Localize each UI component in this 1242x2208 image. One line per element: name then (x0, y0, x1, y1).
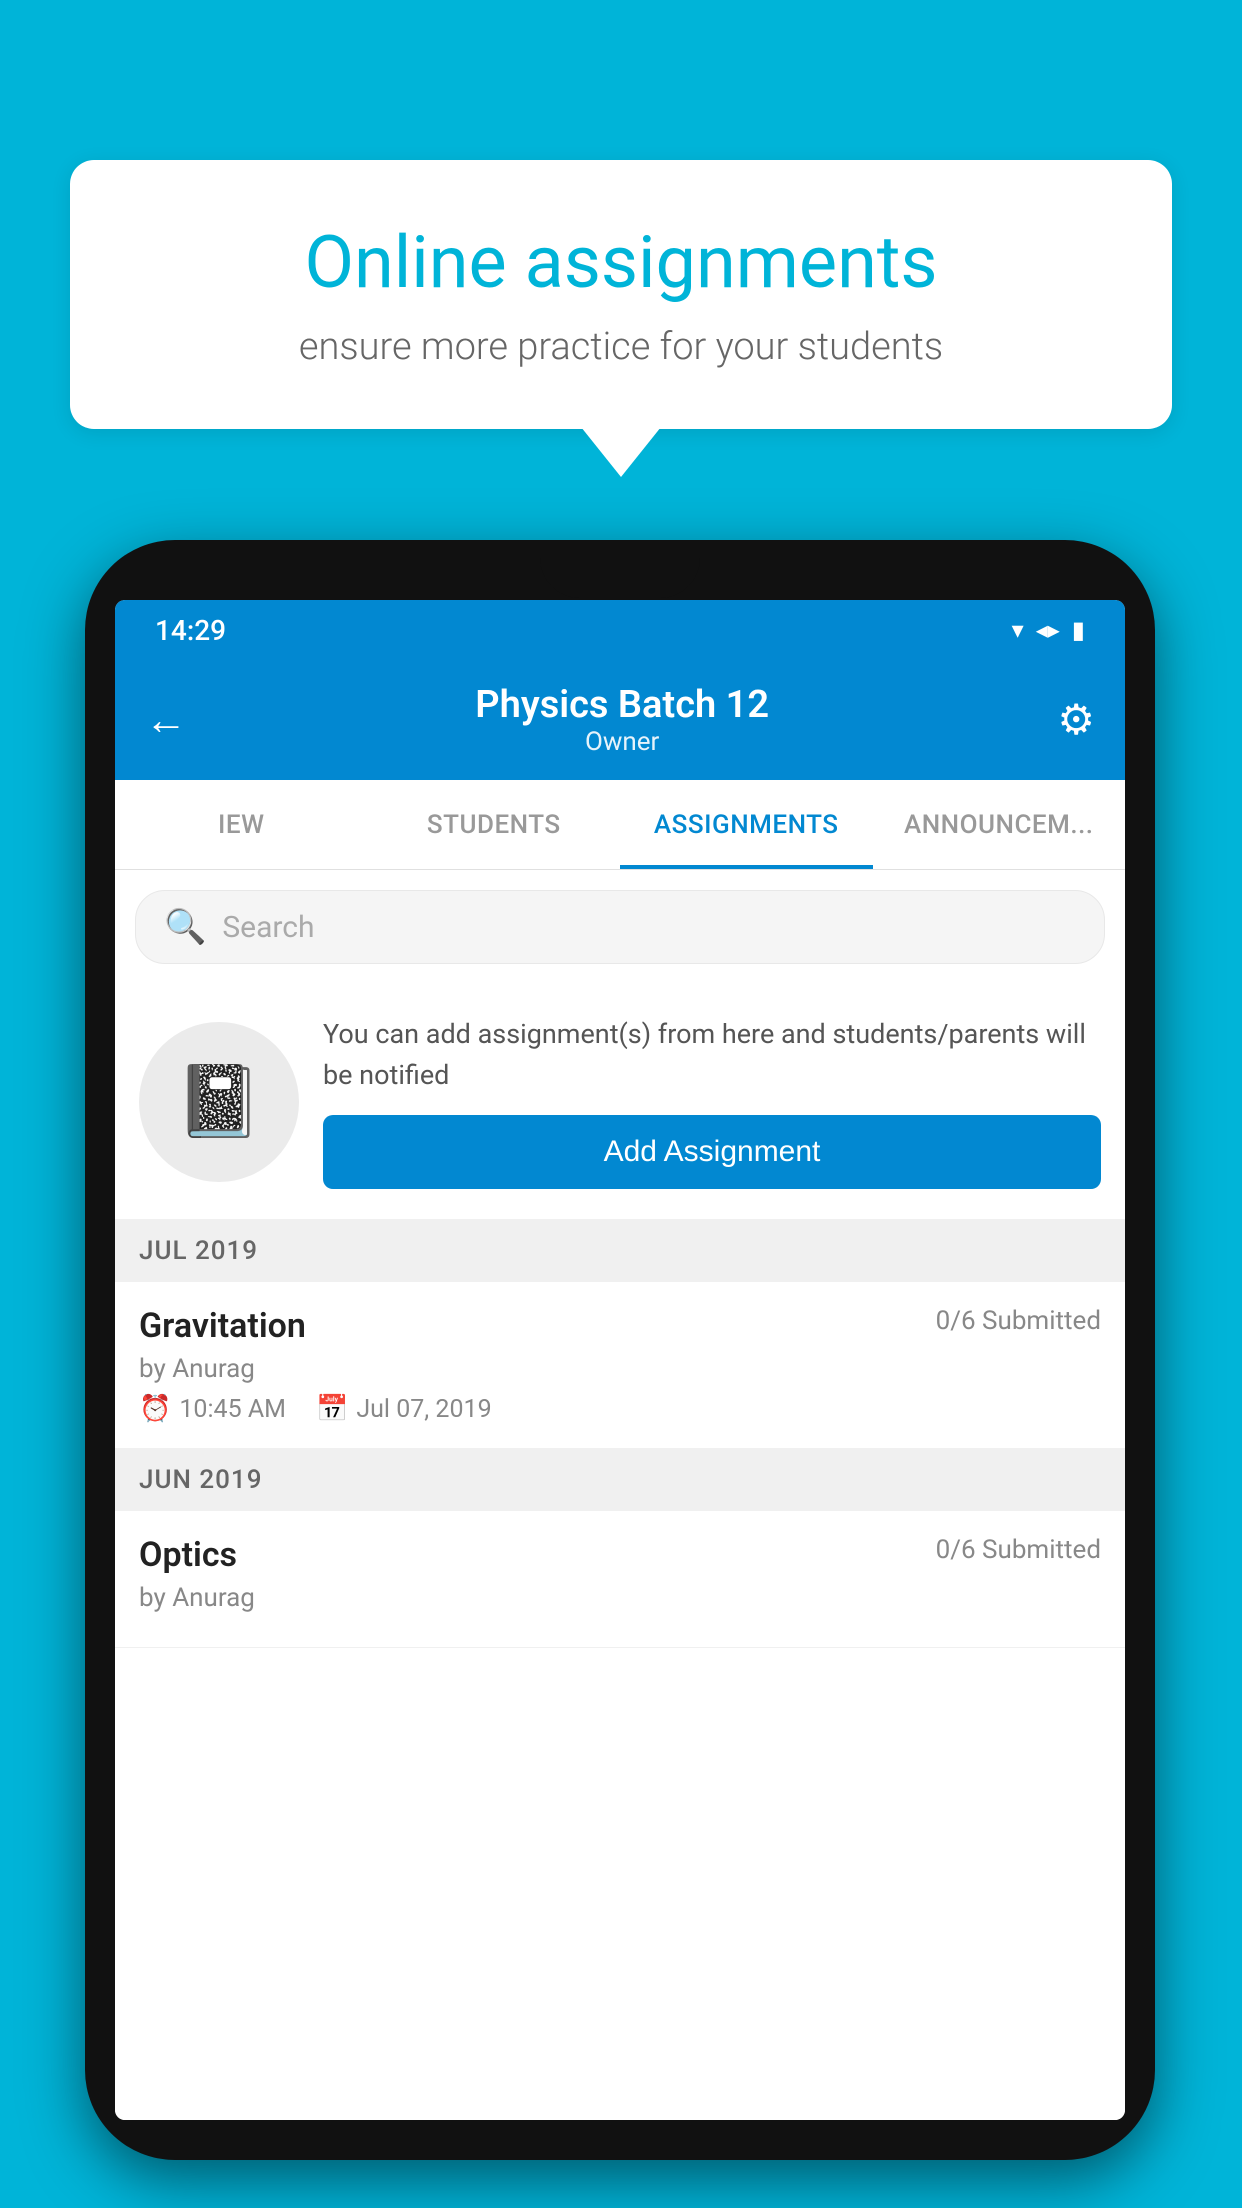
assignment-top-row: Gravitation 0/6 Submitted (139, 1306, 1101, 1346)
status-time: 14:29 (155, 614, 226, 647)
bubble-title: Online assignments (140, 220, 1102, 305)
battery-icon: ▮ (1072, 616, 1085, 644)
assignment-optics[interactable]: Optics 0/6 Submitted by Anurag (115, 1511, 1125, 1648)
calendar-icon: 📅 (316, 1394, 348, 1424)
add-assignment-button[interactable]: Add Assignment (323, 1115, 1101, 1189)
promo-text-block: You can add assignment(s) from here and … (323, 1014, 1101, 1189)
status-bar: 14:29 ▾ ◂▸ ▮ (115, 600, 1125, 660)
tab-students[interactable]: STUDENTS (368, 780, 621, 869)
assignment-name: Gravitation (139, 1306, 306, 1346)
search-placeholder: Search (222, 910, 314, 945)
tab-bar: IEW STUDENTS ASSIGNMENTS ANNOUNCEM... (115, 780, 1125, 870)
assignment-time-value: 10:45 AM (179, 1395, 286, 1424)
phone-frame: 14:29 ▾ ◂▸ ▮ ← Physics Batch 12 Owner ⚙ … (85, 540, 1155, 2160)
assignment-time: ⏰ 10:45 AM (139, 1394, 286, 1424)
header-subtitle: Owner (187, 727, 1057, 757)
speech-bubble: Online assignments ensure more practice … (70, 160, 1172, 429)
assignment-optics-submitted: 0/6 Submitted (936, 1535, 1101, 1565)
assignment-book-icon: 📓 (175, 1061, 262, 1143)
search-bar[interactable]: 🔍 Search (135, 890, 1105, 964)
speech-bubble-container: Online assignments ensure more practice … (70, 160, 1172, 429)
app-header: ← Physics Batch 12 Owner ⚙ (115, 660, 1125, 780)
assignment-optics-name: Optics (139, 1535, 237, 1575)
assignment-meta: ⏰ 10:45 AM 📅 Jul 07, 2019 (139, 1394, 1101, 1424)
search-icon: 🔍 (164, 907, 206, 947)
assignment-by: by Anurag (139, 1354, 1101, 1384)
tab-announcements[interactable]: ANNOUNCEM... (873, 780, 1126, 869)
assignment-submitted: 0/6 Submitted (936, 1306, 1101, 1336)
assignment-date-value: Jul 07, 2019 (356, 1395, 491, 1424)
signal-icon: ◂▸ (1036, 616, 1060, 644)
assignment-optics-top-row: Optics 0/6 Submitted (139, 1535, 1101, 1575)
back-button[interactable]: ← (145, 696, 187, 745)
wifi-icon: ▾ (1012, 616, 1024, 644)
bubble-subtitle: ensure more practice for your students (140, 325, 1102, 369)
phone-notch (540, 540, 700, 598)
settings-icon[interactable]: ⚙ (1057, 695, 1095, 745)
tab-assignments[interactable]: ASSIGNMENTS (620, 780, 873, 869)
assignment-optics-by: by Anurag (139, 1583, 1101, 1613)
promo-card: 📓 You can add assignment(s) from here an… (115, 984, 1125, 1220)
phone-screen: 14:29 ▾ ◂▸ ▮ ← Physics Batch 12 Owner ⚙ … (115, 600, 1125, 2120)
promo-description: You can add assignment(s) from here and … (323, 1014, 1101, 1095)
assignment-gravitation[interactable]: Gravitation 0/6 Submitted by Anurag ⏰ 10… (115, 1282, 1125, 1449)
header-title-block: Physics Batch 12 Owner (187, 683, 1057, 757)
status-icons: ▾ ◂▸ ▮ (1012, 616, 1085, 644)
screen-content: 🔍 Search 📓 You can add assignment(s) fro… (115, 870, 1125, 2120)
section-jul-2019: JUL 2019 (115, 1220, 1125, 1282)
promo-icon-circle: 📓 (139, 1022, 299, 1182)
tab-overview[interactable]: IEW (115, 780, 368, 869)
clock-icon: ⏰ (139, 1394, 171, 1424)
section-jun-2019: JUN 2019 (115, 1449, 1125, 1511)
assignment-date: 📅 Jul 07, 2019 (316, 1394, 492, 1424)
header-title: Physics Batch 12 (187, 683, 1057, 727)
